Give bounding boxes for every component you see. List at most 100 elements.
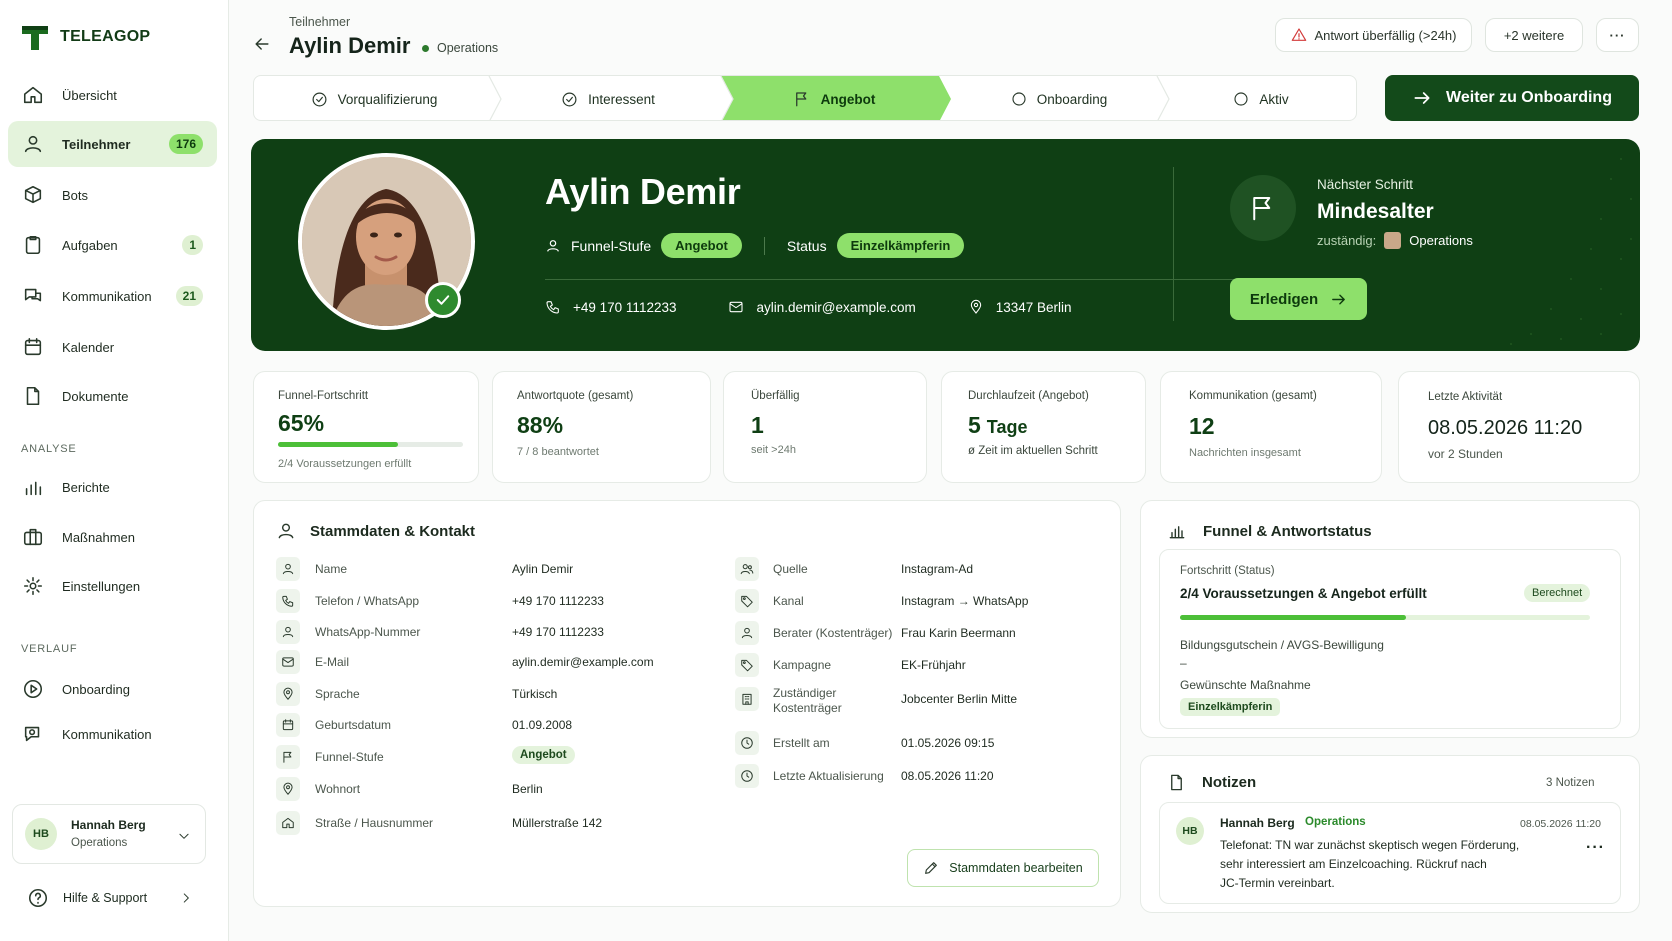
clock-icon: [735, 731, 759, 755]
sidebar-item-uebersicht[interactable]: Übersicht: [8, 72, 217, 118]
funnel-stepper: Vorqualifizierung Interessent Angebot On…: [253, 75, 1357, 121]
sidebar-item-kommunikation[interactable]: Kommunikation 21: [8, 273, 217, 319]
users-icon: [735, 557, 759, 581]
sidebar-item-label: Onboarding: [62, 681, 130, 697]
edit-stammdaten-button[interactable]: Stammdaten bearbeiten: [907, 849, 1099, 887]
back-arrow-icon[interactable]: [252, 34, 272, 54]
tag-icon: [735, 589, 759, 613]
field-value[interactable]: +49 170 1112233: [512, 625, 604, 639]
field-value: Aylin Demir: [512, 562, 574, 576]
note-item[interactable]: HB Hannah Berg Operations 08.05.2026 11:…: [1159, 802, 1621, 904]
home-icon: [276, 811, 300, 835]
user-role: Operations: [71, 837, 128, 849]
field-value[interactable]: +49 170 1112233: [512, 594, 604, 608]
step-aktiv[interactable]: Aktiv: [1164, 76, 1356, 120]
sidebar-item-massnahmen[interactable]: Maßnahmen: [8, 514, 217, 560]
step-vorqualifizierung[interactable]: Vorqualifizierung: [254, 76, 494, 120]
help-support-link[interactable]: Hilfe & Support: [27, 886, 207, 910]
sidebar-item-einstellungen[interactable]: Einstellungen: [8, 563, 217, 609]
field-value: 01.09.2008: [512, 718, 573, 732]
sidebar-item-bots[interactable]: Bots: [8, 172, 217, 218]
location-value: 13347 Berlin: [995, 299, 1072, 315]
sidebar-item-kalender[interactable]: Kalender: [8, 324, 217, 370]
count-badge: 1: [182, 235, 203, 255]
field-label: Kampagne: [773, 658, 832, 672]
arrow-right-icon: [1332, 294, 1346, 304]
status-label: Status: [786, 237, 827, 254]
sidebar-item-aufgaben[interactable]: Aufgaben 1: [8, 222, 217, 268]
sidebar-item-kommunikation-verlauf[interactable]: Kommunikation: [8, 711, 217, 757]
sidebar-item-label: Berichte: [62, 479, 110, 495]
bar-chart-icon: [25, 481, 42, 496]
note-menu-button[interactable]: ···: [1586, 839, 1605, 857]
building-icon: [735, 687, 759, 711]
user-icon: [735, 621, 759, 645]
overdue-alert-button[interactable]: Antwort überfällig (>24h): [1275, 18, 1472, 52]
mail-icon: [729, 301, 744, 313]
brand-logo[interactable]: TELEAGOP: [20, 22, 150, 52]
stat-sub: seit >24h: [751, 444, 796, 456]
sidebar-item-berichte[interactable]: Berichte: [8, 464, 217, 510]
funnel-inner-panel: Fortschritt (Status) 2/4 Voraussetzungen…: [1159, 549, 1621, 729]
stat-card-kommunikation: Kommunikation (gesamt) 12 Nachrichten in…: [1160, 371, 1382, 483]
complete-label: Erledigen: [1249, 290, 1319, 308]
field-label: Telefon / WhatsApp: [315, 594, 420, 608]
sidebar-item-label: Maßnahmen: [62, 529, 135, 545]
next-step-button[interactable]: Weiter zu Onboarding: [1385, 75, 1639, 121]
card-header: Stammdaten & Kontakt: [276, 521, 475, 541]
card-title: Notizen: [1202, 774, 1257, 791]
owner-label: zuständig:: [1317, 233, 1377, 248]
breadcrumb[interactable]: Teilnehmer: [289, 15, 350, 29]
more-menu-button[interactable]: ···: [1596, 18, 1639, 52]
note-author: Hannah Berg: [1220, 816, 1295, 830]
mail-icon: [276, 650, 300, 674]
clipboard-icon: [25, 235, 41, 255]
sidebar: TELEAGOP Übersicht Teilnehmer 176 Bots A…: [0, 0, 229, 941]
brand-name: TELEAGOP: [60, 28, 151, 45]
stat-sub: 2/4 Voraussetzungen erfüllt: [278, 458, 412, 470]
sidebar-item-dokumente[interactable]: Dokumente: [8, 373, 217, 419]
funnel-status-card: Funnel & Antwortstatus Fortschritt (Stat…: [1140, 500, 1640, 738]
team-indicator: Operations: [422, 41, 498, 55]
gear-icon: [23, 576, 43, 596]
user-icon: [547, 239, 559, 252]
sidebar-item-teilnehmer[interactable]: Teilnehmer 176: [8, 121, 217, 167]
help-label: Hilfe & Support: [63, 891, 148, 905]
note-line: sehr interessiert am Einzelcoaching. Rüc…: [1220, 857, 1487, 871]
note-icon: [1171, 774, 1182, 791]
field-label: E-Mail: [315, 655, 350, 669]
step-interessent[interactable]: Interessent: [494, 76, 722, 120]
section-label-verlauf: VERLAUF: [21, 643, 78, 655]
field-value: Instagram → WhatsApp: [901, 594, 1029, 608]
email-value[interactable]: aylin.demir@example.com: [756, 300, 915, 315]
divider: [1173, 167, 1174, 321]
sidebar-item-onboarding[interactable]: Onboarding: [8, 666, 217, 712]
field-value: Frau Karin Beermann: [901, 626, 1016, 640]
stat-card-letzte-aktivitaet: Letzte Aktivität 08.05.2026 11:20 vor 2 …: [1398, 371, 1640, 483]
sidebar-item-label: Kommunikation: [62, 288, 152, 304]
user-icon: [278, 523, 294, 539]
note-text: Telefonat: TN war zunächst skeptisch weg…: [1220, 836, 1540, 893]
complete-step-button[interactable]: Erledigen: [1230, 278, 1367, 320]
user-card[interactable]: HB Hannah Berg Operations: [12, 804, 206, 864]
step-onboarding[interactable]: Onboarding: [954, 76, 1164, 120]
step-label: Interessent: [588, 91, 655, 107]
user-name: Hannah Berg: [71, 818, 146, 832]
chat-icon: [24, 288, 42, 302]
field-label: Wohnort: [315, 782, 361, 796]
more-alerts-button[interactable]: +2 weitere: [1485, 18, 1583, 52]
field-value[interactable]: aylin.demir@example.com: [512, 655, 654, 669]
arrow-right-icon: [1414, 92, 1430, 104]
funnel-status-row: Funnel-Stufe Angebot Status Einzelkämpfe…: [545, 233, 965, 258]
field-label: Letzte Aktualisierung: [773, 769, 884, 783]
empty-circle-icon: [1234, 92, 1248, 106]
note-time: 08.05.2026 11:20: [1520, 818, 1601, 830]
stat-value: 12: [1189, 413, 1215, 439]
field-value: Jobcenter Berlin Mitte: [901, 692, 1018, 706]
field-label: Zuständiger Kostenträger: [773, 686, 842, 715]
card-header: Notizen: [1167, 773, 1256, 792]
step-angebot[interactable]: Angebot: [724, 76, 944, 120]
stat-value: 65%: [278, 410, 325, 436]
note-line: JC-Termin vereinbart.: [1220, 876, 1335, 890]
phone-value[interactable]: +49 170 1112233: [573, 300, 676, 315]
